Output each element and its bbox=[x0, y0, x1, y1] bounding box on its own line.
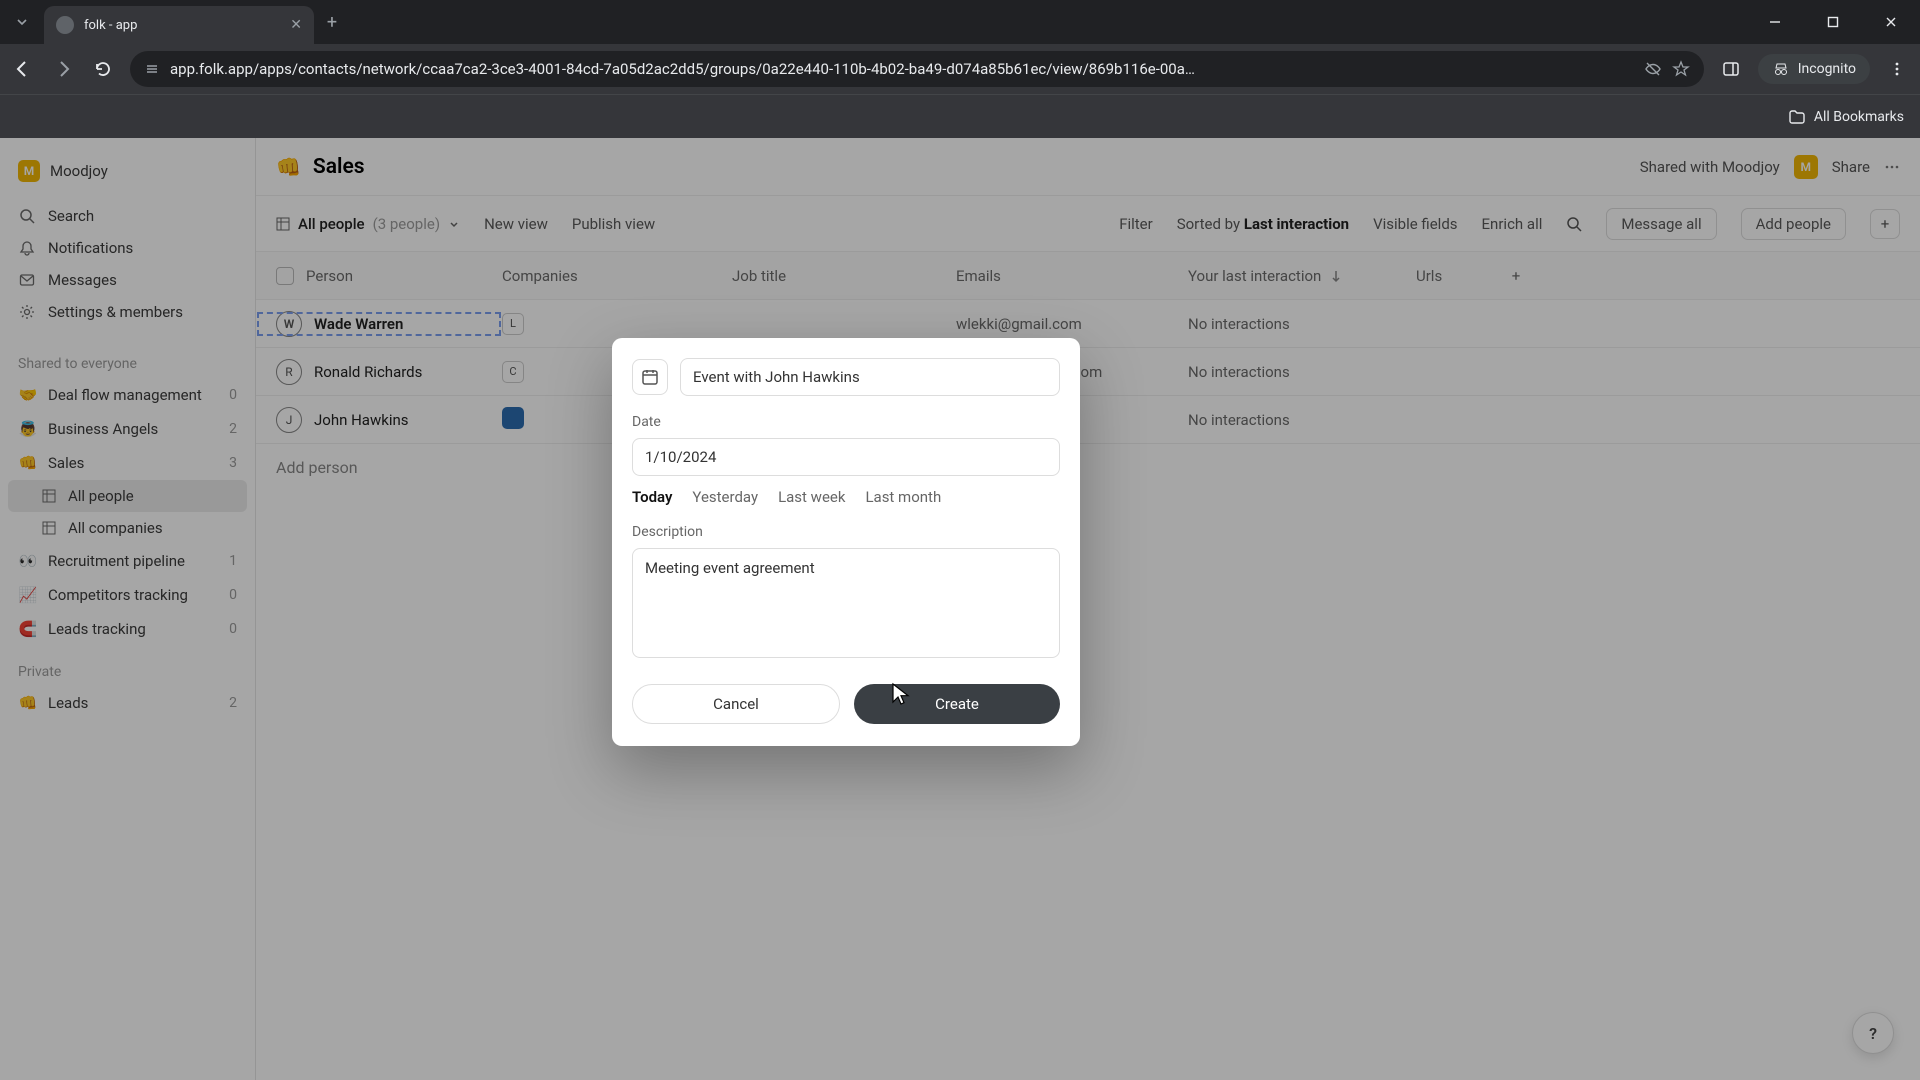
cancel-button[interactable]: Cancel bbox=[632, 684, 840, 724]
description-label: Description bbox=[632, 524, 1060, 540]
create-event-modal: Date Today Yesterday Last week Last mont… bbox=[612, 338, 1080, 746]
chip-last-week[interactable]: Last week bbox=[778, 488, 845, 506]
browser-tab[interactable]: folk - app ✕ bbox=[44, 6, 314, 44]
calendar-icon bbox=[641, 368, 659, 386]
tab-close-icon[interactable]: ✕ bbox=[290, 17, 302, 33]
nav-back-button[interactable] bbox=[10, 56, 36, 82]
window-maximize-button[interactable] bbox=[1804, 0, 1862, 44]
nav-forward-button[interactable] bbox=[50, 56, 76, 82]
browser-menu-icon[interactable] bbox=[1884, 56, 1910, 82]
site-settings-icon[interactable] bbox=[144, 61, 160, 77]
chip-today[interactable]: Today bbox=[632, 488, 672, 506]
event-title-input[interactable] bbox=[680, 358, 1060, 396]
tab-search-dropdown[interactable] bbox=[0, 0, 44, 44]
browser-tab-strip: folk - app ✕ + bbox=[0, 0, 1920, 44]
visibility-off-icon[interactable] bbox=[1644, 60, 1662, 78]
window-minimize-button[interactable] bbox=[1746, 0, 1804, 44]
reload-button[interactable] bbox=[90, 56, 116, 82]
tab-title: folk - app bbox=[84, 18, 280, 33]
event-type-icon-button[interactable] bbox=[632, 359, 668, 395]
date-label: Date bbox=[632, 414, 1060, 430]
incognito-badge[interactable]: Incognito bbox=[1758, 54, 1870, 84]
url-bar[interactable]: app.folk.app/apps/contacts/network/ccaa7… bbox=[130, 51, 1704, 87]
incognito-icon bbox=[1772, 60, 1790, 78]
tab-favicon bbox=[56, 16, 74, 34]
date-input[interactable] bbox=[632, 438, 1060, 476]
date-quick-picks: Today Yesterday Last week Last month bbox=[632, 488, 1060, 506]
all-bookmarks-button[interactable]: All Bookmarks bbox=[1788, 108, 1904, 126]
browser-toolbar: app.folk.app/apps/contacts/network/ccaa7… bbox=[0, 44, 1920, 94]
folder-icon bbox=[1788, 108, 1806, 126]
window-close-button[interactable] bbox=[1862, 0, 1920, 44]
side-panel-icon[interactable] bbox=[1718, 56, 1744, 82]
chip-yesterday[interactable]: Yesterday bbox=[692, 488, 758, 506]
new-tab-button[interactable]: + bbox=[314, 4, 350, 40]
create-button[interactable]: Create bbox=[854, 684, 1060, 724]
bookmark-star-icon[interactable] bbox=[1672, 60, 1690, 78]
bookmarks-bar: All Bookmarks bbox=[0, 94, 1920, 138]
description-textarea[interactable] bbox=[632, 548, 1060, 658]
chip-last-month[interactable]: Last month bbox=[865, 488, 941, 506]
url-text: app.folk.app/apps/contacts/network/ccaa7… bbox=[170, 60, 1634, 78]
